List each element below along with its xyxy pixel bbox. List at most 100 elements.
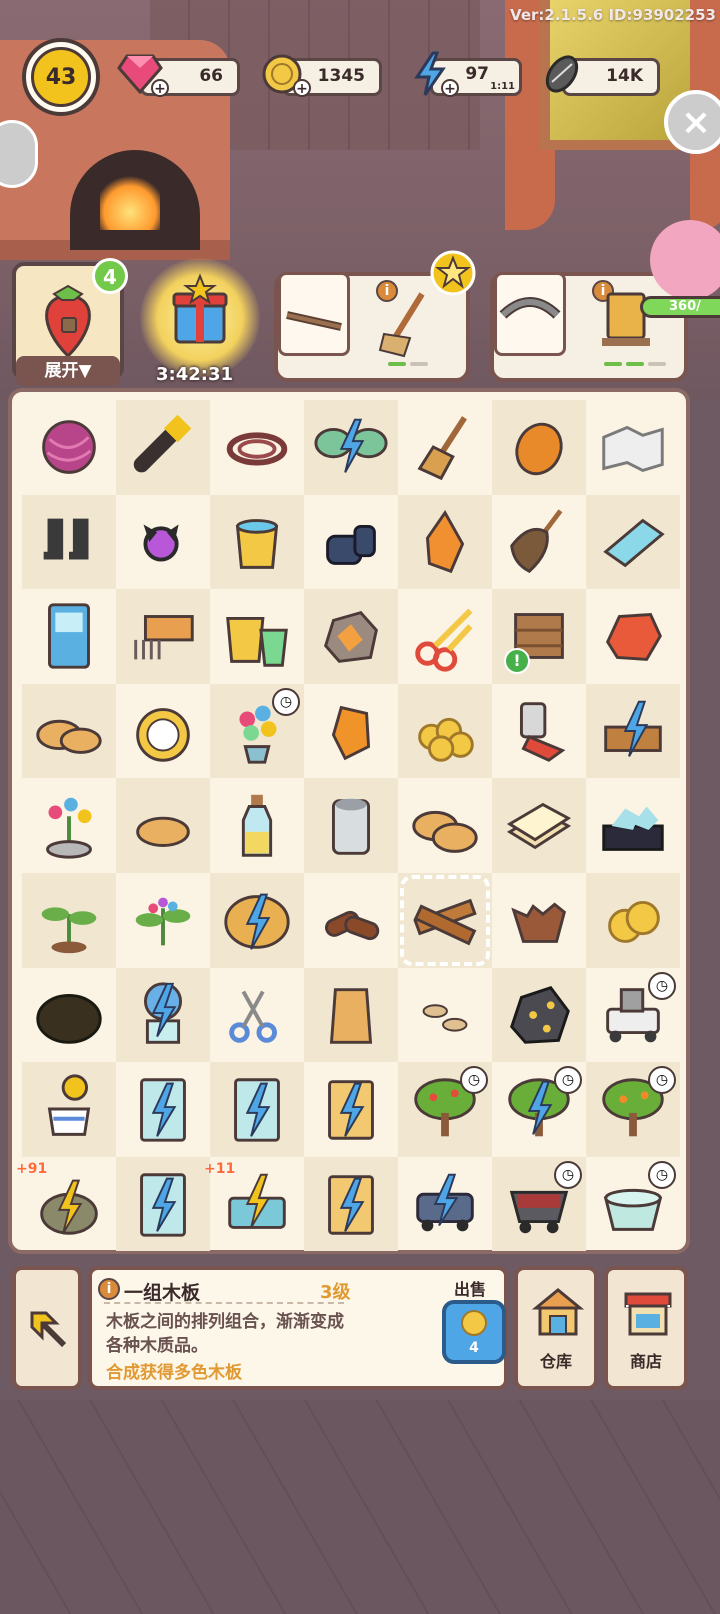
glass-bottle-item[interactable] (210, 778, 304, 873)
apple-tree-item[interactable]: ◷ (398, 1062, 492, 1157)
mine-cart-item[interactable]: ◷ (492, 1156, 586, 1252)
bonus-2-label: +11 (204, 1160, 236, 1177)
wooden-cabinet-energy-item[interactable] (304, 1062, 398, 1157)
seed-packet-item[interactable] (304, 967, 398, 1063)
tin-can-item[interactable] (304, 778, 398, 873)
energy-bar[interactable]: + 97 1:11 (414, 51, 522, 97)
toy-truck-item[interactable]: ◷ (586, 968, 680, 1063)
bonus-1-label: +91 (16, 1160, 48, 1177)
coins-bar[interactable]: + 1345 (262, 54, 382, 97)
scissors-item[interactable] (398, 589, 492, 684)
toy-train-energy-item[interactable] (398, 1157, 492, 1252)
amber-stone-item[interactable] (492, 400, 586, 495)
sell-button[interactable]: 4 (442, 1300, 506, 1364)
gold-ore-rock-item[interactable] (492, 967, 586, 1063)
flashlight-item[interactable] (116, 400, 210, 495)
energy-value: 97 (465, 64, 489, 84)
gems-bar[interactable]: + 66 (117, 54, 240, 97)
coin-pile-item[interactable] (398, 683, 492, 779)
piggy-bank-icon[interactable] (650, 220, 720, 300)
stack-count-badge: 4 (92, 258, 128, 294)
add-coins-icon[interactable]: + (293, 79, 311, 97)
amber-crystal-item[interactable] (398, 494, 492, 590)
order-2-required-item (494, 272, 566, 356)
lumber-energy-item[interactable] (586, 683, 680, 779)
berry-sapling-item[interactable] (116, 873, 210, 968)
pocket-watch-item[interactable] (116, 684, 210, 779)
comb-box-item[interactable] (116, 589, 210, 684)
timer-icon: ◷ (554, 1160, 582, 1189)
two-coins-item[interactable] (586, 872, 680, 968)
divider (104, 1302, 344, 1304)
toolbox-energy-item[interactable]: +11 (204, 1157, 304, 1252)
timer-icon: ◷ (272, 687, 300, 716)
amber-gem-item[interactable] (304, 684, 398, 779)
apple-tree-energy-item[interactable]: ◷ (492, 1062, 586, 1157)
merge-board: ! ◷ ◷ ◷ ◷ ◷ +91 +11 ◷ ◷ (8, 388, 690, 1254)
sprout-item[interactable] (22, 872, 116, 968)
gift-box-button[interactable] (140, 258, 260, 378)
player-level: 43 (31, 47, 91, 107)
star-icon (430, 250, 476, 296)
warehouse-button[interactable]: 仓库 (514, 1266, 598, 1390)
moth-energy-item[interactable] (304, 400, 398, 495)
broom-item[interactable] (398, 400, 492, 495)
rubber-boots-item[interactable] (22, 494, 116, 590)
small-scissors-item[interactable] (210, 968, 304, 1063)
glass-pane-item[interactable] (586, 494, 680, 590)
bookshelf-energy-item[interactable] (304, 1156, 398, 1252)
firewood-item[interactable] (304, 873, 398, 968)
coin-icon (461, 1310, 487, 1336)
close-icon[interactable]: × (664, 90, 720, 154)
map-item[interactable] (586, 400, 680, 495)
shelf-energy-item[interactable] (210, 1062, 304, 1157)
mop-icon (378, 292, 425, 358)
add-gems-icon[interactable]: + (151, 79, 169, 97)
paint-buckets-item[interactable] (210, 589, 304, 684)
broken-pot-item[interactable] (492, 873, 586, 968)
seeds-item[interactable] (398, 968, 492, 1063)
shop-button[interactable]: 商店 (604, 1266, 688, 1390)
basin-item[interactable]: ◷ (586, 1157, 680, 1252)
cloth-bag-item[interactable] (116, 778, 210, 873)
blue-hydrangea-energy-item[interactable] (116, 967, 210, 1063)
soil-item[interactable] (22, 968, 116, 1063)
side-menu-button[interactable] (0, 120, 38, 188)
board-grid: ! ◷ ◷ ◷ ◷ ◷ +91 +11 ◷ ◷ (16, 400, 680, 1252)
seeds-bar[interactable]: 14K (545, 55, 660, 96)
cabinet-energy-item[interactable] (116, 1062, 210, 1157)
order-2-progress (604, 362, 666, 366)
arcade-machine-item[interactable] (22, 589, 116, 684)
flower-bush-item[interactable] (22, 778, 116, 873)
player-level-badge[interactable]: 43 (22, 38, 100, 116)
alert-icon: ! (504, 647, 530, 674)
bread-energy-item[interactable] (210, 872, 304, 968)
order-card-2[interactable]: i (490, 272, 688, 382)
yarn-ball-item[interactable] (22, 400, 116, 495)
fence-icon (286, 311, 342, 331)
battery-item[interactable] (304, 495, 398, 590)
rope-item[interactable] (210, 400, 304, 495)
paint-bucket-item[interactable] (210, 494, 304, 590)
ice-crate-item[interactable] (586, 778, 680, 873)
cloth-bags-item[interactable] (22, 683, 116, 779)
ore-rock-item[interactable] (304, 589, 398, 684)
info-icon[interactable]: i (98, 1278, 120, 1300)
add-energy-icon[interactable]: + (441, 79, 459, 97)
paper-stack-item[interactable] (492, 778, 586, 873)
expand-button[interactable]: 展开▼ (16, 356, 120, 386)
flower-pot-item[interactable]: ◷ (210, 683, 304, 779)
wood-planks-item-selected[interactable] (398, 872, 492, 968)
closet-energy-item[interactable] (116, 1156, 210, 1252)
timer-icon: ◷ (648, 1066, 676, 1095)
wooden-crate-item[interactable]: ! (492, 589, 586, 684)
stage-light-item[interactable] (116, 495, 210, 590)
orange-tree-item[interactable]: ◷ (586, 1062, 680, 1157)
paint-can-spill-item[interactable] (492, 684, 586, 779)
feather-duster-item[interactable] (492, 495, 586, 590)
cloth-sacks-item[interactable] (398, 778, 492, 873)
sunflower-teapot-item[interactable] (22, 1062, 116, 1157)
back-button[interactable] (12, 1266, 82, 1390)
copper-ore-item[interactable] (586, 589, 680, 684)
cauldron-energy-item[interactable]: +91 (16, 1157, 116, 1252)
